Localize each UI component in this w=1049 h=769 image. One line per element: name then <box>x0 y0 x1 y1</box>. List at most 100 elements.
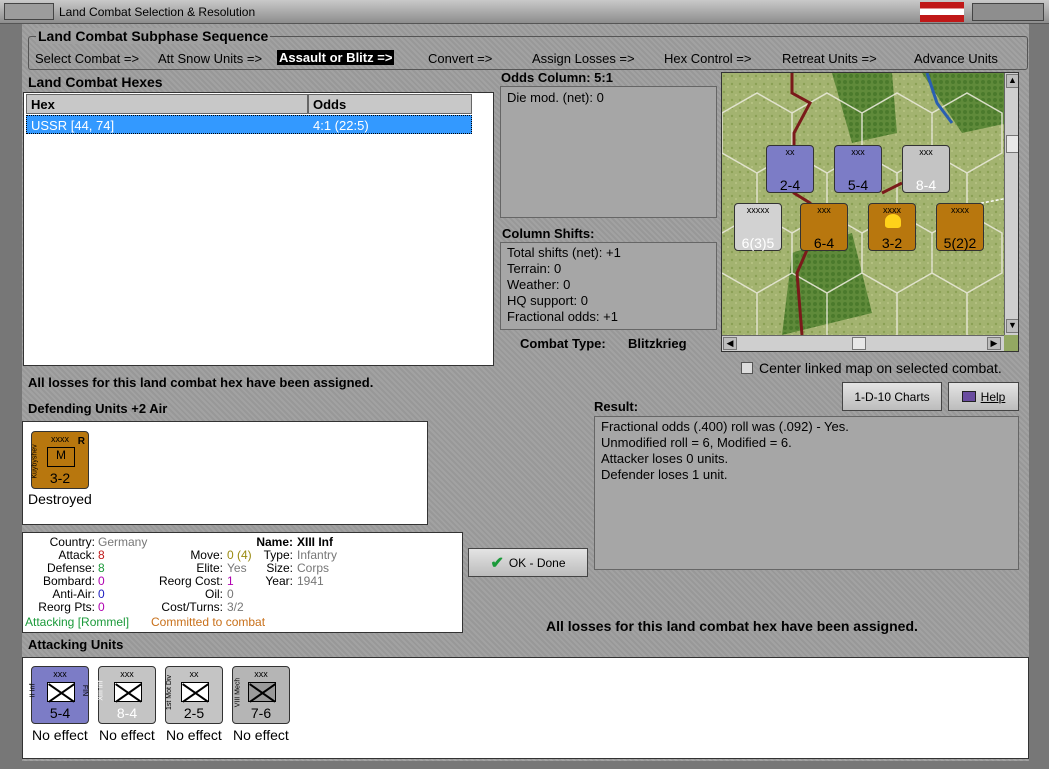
hexes-header-odds[interactable]: Odds <box>308 94 472 114</box>
combat-type-label: Combat Type: <box>520 336 606 351</box>
year-value: 1941 <box>297 574 324 588</box>
title-bar: Land Combat Selection & Resolution <box>0 0 1049 24</box>
scroll-up-icon[interactable]: ▲ <box>1006 74 1018 88</box>
map-counter-value: 5(2)2 <box>943 235 977 251</box>
hexes-header-odds-label: Odds <box>313 97 347 112</box>
shift-weather: Weather: 0 <box>507 277 571 292</box>
hex-cell: USSR [44, 74] <box>31 118 115 133</box>
odds-box: Die mod. (net): 0 <box>500 86 717 218</box>
map-counter-omutninsk[interactable]: xxxx 5(2)2 <box>936 203 984 251</box>
infantry-icon <box>47 682 75 702</box>
attacking-status: Attacking [Rommel] <box>25 615 130 629</box>
map-counter-size: xx <box>785 147 795 157</box>
counter-corner: FIN <box>80 684 88 697</box>
attacking-unit-status: No effect <box>32 727 88 743</box>
counter-side-label: II Inf <box>29 683 37 698</box>
checkmark-icon: ✔ <box>490 554 504 572</box>
attacking-unit-ii-inf[interactable]: xxx II Inf FIN 5-4 <box>29 666 89 724</box>
subphase-step-assault-current[interactable]: Assault or Blitz => <box>277 50 395 65</box>
map-counter-value: 5-4 <box>847 177 869 193</box>
book-icon <box>961 391 976 402</box>
hexes-header-hex-label: Hex <box>31 97 55 112</box>
map-counter-value: 2-4 <box>779 177 801 193</box>
losses-assigned-message: All losses for this land combat hex have… <box>28 375 374 390</box>
charts-button[interactable]: 1-D-10 Charts <box>842 382 942 411</box>
subphase-step-select[interactable]: Select Combat => <box>35 51 139 66</box>
help-button[interactable]: Help <box>948 382 1019 411</box>
scroll-left-icon[interactable]: ◀ <box>723 337 737 350</box>
map-counter-rommel[interactable]: xxxxx 6(3)5 <box>734 203 782 251</box>
hexes-header-hex[interactable]: Hex <box>26 94 308 114</box>
defending-unit-status: Destroyed <box>28 491 92 507</box>
map-counter-xiii-inf[interactable]: xxx 8-4 <box>902 145 950 193</box>
country-value: Germany <box>98 535 148 549</box>
unit-symbol: M <box>56 448 66 462</box>
counter-corner: R <box>77 436 85 447</box>
defending-title: Defending Units +2 Air <box>28 401 168 416</box>
subphase-step-advance[interactable]: Advance Units <box>914 51 998 66</box>
map-counter-size: xxx <box>851 147 865 157</box>
infantry-icon <box>114 682 142 702</box>
close-area-button[interactable] <box>972 3 1044 21</box>
counter-size: xxx <box>53 669 67 679</box>
counter-size: xxx <box>254 669 268 679</box>
charts-button-label: 1-D-10 Charts <box>854 389 930 404</box>
attacking-unit-xiii-inf[interactable]: xxx XIII Inf 8-4 <box>98 666 156 724</box>
map-counter-2nd-mot[interactable]: xxx 6-4 <box>800 203 848 251</box>
year-label: Year: <box>265 574 293 588</box>
attacking-unit-viii-mech[interactable]: xxx VIII Mech 7-6 <box>232 666 290 724</box>
map-counter-ski[interactable]: xx 2-4 <box>766 145 814 193</box>
scroll-down-icon[interactable]: ▼ <box>1006 319 1018 333</box>
ok-done-button[interactable]: ✔ OK - Done <box>468 548 588 577</box>
result-line: Attacker loses 0 units. <box>601 451 729 466</box>
mechanized-icon <box>248 682 276 702</box>
counter-value: 5-4 <box>49 705 71 721</box>
map-counter-size: xxx <box>919 147 933 157</box>
attacking-unit-1st-mot[interactable]: xx 1st Mot Div 2-5 <box>165 666 223 724</box>
counter-side-label: XIII Inf <box>97 680 105 701</box>
attacking-unit-status: No effect <box>166 727 222 743</box>
map-counter-size: xxxxx <box>746 205 770 215</box>
hexes-title: Land Combat Hexes <box>28 74 163 90</box>
combat-type-value: Blitzkrieg <box>628 336 687 351</box>
map-hscrollbar[interactable]: ◀ ▶ <box>722 335 1004 351</box>
mountain-unit-icon: M <box>47 447 75 467</box>
map-counter-value: 8-4 <box>915 177 937 193</box>
linked-map[interactable]: xx 2-4 xxx 5-4 xxx 8-4 xxx 6-4 xxxx 3-2 xxxx 5… <box>721 72 1019 352</box>
subphase-step-hex-control[interactable]: Hex Control => <box>664 51 751 66</box>
map-counter-ii-inf[interactable]: xxx 5-4 <box>834 145 882 193</box>
counter-value: 7-6 <box>250 705 272 721</box>
counter-size: xx <box>189 669 199 679</box>
map-counter-value: 3-2 <box>881 235 903 251</box>
map-counter-kuybyshev[interactable]: xxxx 3-2 <box>868 203 916 251</box>
result-box: Fractional odds (.400) roll was (.092) -… <box>594 416 1019 570</box>
map-vscrollbar[interactable]: ▲ ▼ <box>1004 73 1018 335</box>
subphase-step-convert[interactable]: Convert => <box>428 51 492 66</box>
cost-turns-label: Cost/Turns: <box>161 600 223 614</box>
map-counter-value: 6-4 <box>813 235 835 251</box>
subphase-step-assign-losses[interactable]: Assign Losses => <box>532 51 635 66</box>
vscroll-thumb[interactable] <box>1006 135 1018 153</box>
column-shifts-title: Column Shifts: <box>502 226 595 241</box>
hscroll-thumb[interactable] <box>852 337 866 350</box>
unit-info-panel: Country: Germany Attack: 8 Defense: 8 Bo… <box>22 532 463 633</box>
subphase-title: Land Combat Subphase Sequence <box>36 28 271 44</box>
reorg-pts-value: 0 <box>98 600 105 614</box>
scroll-right-icon[interactable]: ▶ <box>987 337 1001 350</box>
cost-turns-value: 3/2 <box>227 600 244 614</box>
map-counter-value: 6(3)5 <box>741 235 775 251</box>
attacking-unit-status: No effect <box>233 727 289 743</box>
subphase-step-snow[interactable]: Att Snow Units => <box>158 51 262 66</box>
odds-cell: 4:1 (22:5) <box>313 118 369 133</box>
table-row[interactable]: USSR [44, 74] 4:1 (22:5) <box>26 115 472 134</box>
shift-total: Total shifts (net): +1 <box>507 245 621 260</box>
center-map-label: Center linked map on selected combat. <box>759 360 1002 376</box>
result-line: Defender loses 1 unit. <box>601 467 728 482</box>
window-title: Land Combat Selection & Resolution <box>59 5 256 19</box>
losses-assigned-message-2: All losses for this land combat hex have… <box>546 618 918 634</box>
subphase-step-retreat[interactable]: Retreat Units => <box>782 51 877 66</box>
system-menu-icon[interactable] <box>4 3 54 20</box>
german-flag-icon <box>920 2 964 22</box>
center-map-checkbox[interactable] <box>741 362 753 374</box>
defending-unit-counter[interactable]: xxxx R Kuybyshev M 3-2 <box>31 431 89 489</box>
